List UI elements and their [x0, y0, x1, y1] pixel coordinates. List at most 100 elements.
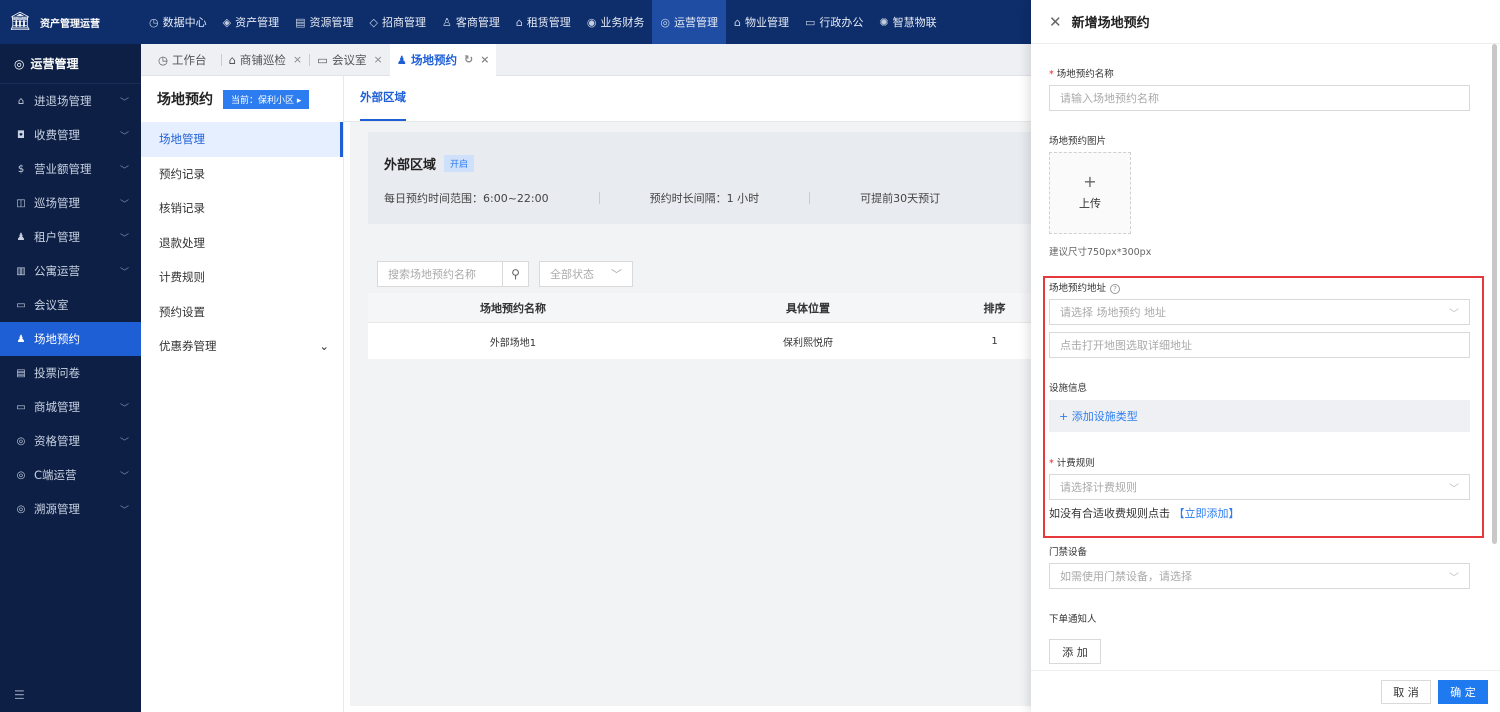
- sidebar-item[interactable]: ◎ 溯源管理 ﹀: [0, 492, 141, 526]
- refresh-icon[interactable]: ↻: [464, 53, 473, 66]
- menu-icon: ▤: [16, 367, 26, 379]
- chevron-down-icon: ﹀: [1449, 572, 1459, 584]
- menu-icon: ◎: [16, 435, 26, 447]
- close-icon[interactable]: ✕: [1049, 13, 1062, 31]
- sub-sidebar-item-label: 优惠券管理: [159, 339, 217, 354]
- sidebar-item[interactable]: ◫ 巡场管理 ﹀: [0, 186, 141, 220]
- tab-label: 商铺巡检: [239, 52, 286, 67]
- col-venue-name: 场地预约名称: [480, 301, 546, 315]
- highlight-box: [1043, 276, 1484, 538]
- current-project-badge[interactable]: 当前：保利小区 ▸: [223, 89, 310, 109]
- nav-icon: ◉: [586, 15, 597, 29]
- sidebar-item[interactable]: ▤ 投票问卷: [0, 356, 141, 390]
- topnav-item[interactable]: ◷ 数据中心: [141, 0, 215, 44]
- topnav-item[interactable]: ◎ 运营管理: [652, 0, 727, 44]
- add-notifier-button[interactable]: 添 加: [1049, 639, 1101, 664]
- tab-external-area[interactable]: 外部区域: [360, 75, 406, 121]
- booking-interval: 预约时长间隔：1 小时: [649, 192, 760, 205]
- cell-sort: 1: [991, 335, 998, 347]
- top-nav-menu: ◷ 数据中心 ◈ 资产管理 ▤ 资源管理 ◇ 招商管理 ♙ 客商管理 ⌂ 租赁管理 ◉ 业务财务 ◎ 运营管理…: [141, 0, 945, 44]
- sub-sidebar-item-label: 核销记录: [159, 201, 205, 216]
- sub-sidebar-item[interactable]: 优惠券管理 ⌄: [141, 329, 343, 364]
- topnav-item[interactable]: ◇ 招商管理: [361, 0, 433, 44]
- sidebar-item[interactable]: ♟ 租户管理 ﹀: [0, 220, 141, 254]
- page-tab[interactable]: ♟ 场地预约 ↻ ×: [389, 43, 497, 76]
- tab-label: 会议室: [331, 52, 367, 67]
- sub-sidebar-title: 场地预约: [157, 92, 213, 108]
- topnav-item[interactable]: ▭ 行政办公: [797, 0, 871, 44]
- access-device-select[interactable]: 如需使用门禁设备，请选择 ﹀: [1049, 563, 1470, 589]
- cell-location: 保利熙悦府: [783, 337, 833, 349]
- search-input[interactable]: 搜索场地预约名称 ⚲: [377, 261, 529, 287]
- topnav-item[interactable]: ⌂ 物业管理: [726, 0, 797, 44]
- topnav-label: 资产管理: [235, 16, 280, 29]
- venue-name-placeholder: 请输入场地预约名称: [1060, 92, 1159, 105]
- sidebar-item-label: C端运营: [34, 468, 77, 482]
- menu-icon: ◘: [17, 129, 25, 141]
- sidebar-item-label: 资格管理: [34, 434, 80, 448]
- sub-sidebar-item[interactable]: 计费规则: [141, 260, 343, 295]
- nav-icon: ✺: [879, 15, 889, 29]
- topnav-item[interactable]: ◉ 业务财务: [579, 0, 653, 44]
- sidebar-item-label: 会议室: [34, 298, 69, 312]
- chevron-down-icon: ﹀: [119, 131, 129, 142]
- sidebar-item[interactable]: ⌂ 进退场管理 ﹀: [0, 84, 141, 118]
- topnav-item[interactable]: ◈ 资产管理: [215, 0, 287, 44]
- sidebar-item[interactable]: ▥ 公寓运营 ﹀: [0, 254, 141, 288]
- page-tab[interactable]: ⌂ 商铺巡检 ×: [222, 44, 310, 76]
- sub-sidebar-item-label: 退款处理: [159, 235, 205, 250]
- venue-name-input[interactable]: 请输入场地预约名称: [1049, 85, 1470, 111]
- chevron-down-icon: ﹀: [119, 437, 129, 448]
- plus-icon: +: [1083, 172, 1097, 191]
- close-icon[interactable]: ×: [293, 53, 302, 66]
- nav-icon: ◇: [369, 15, 378, 29]
- topnav-label: 业务财务: [600, 16, 645, 29]
- app-logo[interactable]: 🏛 资产管理运营: [0, 0, 141, 44]
- cell-venue-name: 外部场地1: [489, 337, 537, 349]
- close-icon[interactable]: ×: [373, 53, 382, 66]
- sub-sidebar-item[interactable]: 场地管理: [141, 122, 343, 157]
- status-badge: 开启: [444, 155, 475, 172]
- sidebar-item[interactable]: ♟ 场地预约: [0, 322, 141, 356]
- page-tab[interactable]: ◷ 工作台: [151, 44, 221, 76]
- menu-icon: $: [17, 163, 25, 175]
- sidebar-item-label: 公寓运营: [34, 264, 80, 278]
- sub-sidebar-item[interactable]: 预约记录: [141, 157, 343, 192]
- collapse-menu-icon[interactable]: ☰: [14, 688, 25, 702]
- sub-sidebar-item-label: 预约记录: [159, 166, 205, 181]
- sub-sidebar-item[interactable]: 退款处理: [141, 226, 343, 261]
- sidebar-item-label: 营业额管理: [34, 162, 92, 176]
- topnav-item[interactable]: ✺ 智慧物联: [871, 0, 944, 44]
- topnav-item[interactable]: ▤ 资源管理: [287, 0, 361, 44]
- search-icon[interactable]: ⚲: [502, 262, 528, 286]
- confirm-button[interactable]: 确 定: [1438, 680, 1488, 704]
- sub-sidebar-item[interactable]: 预约设置: [141, 295, 343, 330]
- nav-icon: ◎: [660, 15, 671, 29]
- sidebar-item-label: 租户管理: [34, 230, 80, 244]
- chevron-down-icon: ⌄: [319, 339, 329, 354]
- page-tab[interactable]: ▭ 会议室 ×: [310, 44, 390, 76]
- sidebar-item[interactable]: ◎ 资格管理 ﹀: [0, 424, 141, 458]
- sidebar-header-label: 运营管理: [30, 57, 79, 71]
- topnav-item[interactable]: ⌂ 租赁管理: [508, 0, 579, 44]
- drawer-scrollbar[interactable]: [1492, 44, 1497, 544]
- topnav-label: 数据中心: [162, 16, 207, 29]
- image-upload[interactable]: + 上传: [1049, 152, 1131, 234]
- table-row[interactable]: 外部场地1 保利熙悦府 1: [368, 323, 1031, 359]
- topnav-item[interactable]: ♙ 客商管理: [434, 0, 508, 44]
- sidebar-item[interactable]: ▭ 商城管理 ﹀: [0, 390, 141, 424]
- menu-icon: ▥: [16, 265, 26, 277]
- chevron-down-icon: ﹀: [119, 505, 129, 516]
- chevron-down-icon: ﹀: [119, 233, 129, 244]
- sidebar-item[interactable]: ◎ C端运营 ﹀: [0, 458, 141, 492]
- sidebar-item[interactable]: $ 营业额管理 ﹀: [0, 152, 141, 186]
- close-icon[interactable]: ×: [480, 53, 489, 66]
- sidebar-item[interactable]: ◘ 收费管理 ﹀: [0, 118, 141, 152]
- cancel-button[interactable]: 取 消: [1381, 680, 1431, 704]
- access-device-placeholder: 如需使用门禁设备，请选择: [1060, 570, 1192, 583]
- status-filter-select[interactable]: 全部状态 ﹀: [539, 261, 633, 287]
- upload-label: 上传: [1079, 197, 1101, 210]
- sub-sidebar-item[interactable]: 核销记录: [141, 191, 343, 226]
- sidebar-item[interactable]: ▭ 会议室: [0, 288, 141, 322]
- main-tabs: 外部区域: [344, 76, 1031, 122]
